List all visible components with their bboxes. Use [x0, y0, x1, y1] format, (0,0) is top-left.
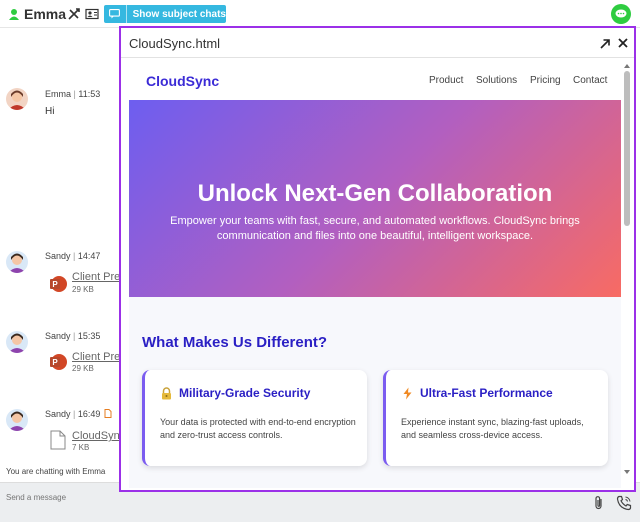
show-subject-chats-button[interactable]: Show subject chats [104, 5, 226, 23]
avatar [6, 88, 28, 110]
avatar [6, 409, 28, 431]
scroll-down-arrow-icon[interactable] [624, 470, 630, 474]
site-brand[interactable]: CloudSync [146, 73, 219, 89]
message-item: Emma | 11:53 Hi [6, 88, 136, 148]
powerpoint-file-icon: P [50, 276, 67, 292]
file-link[interactable]: Client Pres [72, 351, 126, 363]
lock-icon [162, 386, 171, 399]
file-size: 29 KB [72, 364, 94, 373]
preview-content: CloudSync Product Solutions Pricing Cont… [129, 62, 621, 488]
tools-icon[interactable] [67, 7, 81, 21]
preview-scrollbar[interactable] [623, 62, 632, 488]
svg-text:P: P [52, 280, 58, 289]
site-nav: CloudSync Product Solutions Pricing Cont… [129, 62, 621, 100]
hero-subtitle: Empower your teams with fast, secure, an… [170, 215, 580, 242]
feature-text: Experience instant sync, blazing-fast up… [401, 417, 584, 440]
file-size: 29 KB [72, 285, 94, 294]
chat-bubble-icon [104, 5, 127, 23]
scroll-thumb[interactable] [624, 71, 630, 226]
feature-card: Ultra-Fast Performance Experience instan… [383, 370, 608, 466]
close-icon[interactable] [617, 37, 629, 49]
nav-link-solutions[interactable]: Solutions [476, 75, 517, 86]
chat-status-icon[interactable] [611, 4, 631, 24]
file-attachment-icon [104, 409, 112, 418]
nav-link-product[interactable]: Product [429, 75, 463, 86]
hero-title: Unlock Next-Gen Collaboration [197, 180, 553, 207]
feature-card: Military-Grade Security Your data is pro… [142, 370, 367, 466]
call-icon[interactable] [616, 495, 632, 511]
nav-link-pricing[interactable]: Pricing [530, 75, 561, 86]
file-link[interactable]: Client Pres [72, 271, 126, 283]
avatar [6, 251, 28, 273]
svg-text:P: P [52, 358, 58, 367]
lightning-icon [403, 387, 412, 399]
preview-titlebar: CloudSync.html [121, 28, 634, 58]
user-online-icon [9, 9, 19, 20]
chat-user-name: Emma [24, 6, 67, 22]
file-preview-window: CloudSync.html CloudSync Product Solutio… [119, 26, 636, 492]
message-sender: Sandy | 15:35 [45, 331, 101, 341]
hero-section: Unlock Next-Gen Collaboration Empower yo… [129, 100, 621, 297]
chat-header: Emma Show subject chats [0, 0, 640, 28]
powerpoint-file-icon: P [50, 354, 67, 370]
message-text: Hi [45, 106, 55, 117]
message-item: Sandy | 14:47 P Client Pres 29 KB [6, 251, 136, 311]
file-link[interactable]: CloudSync [72, 430, 125, 442]
feature-text: Your data is protected with end-to-end e… [160, 417, 356, 440]
scroll-up-arrow-icon[interactable] [624, 64, 630, 68]
file-size: 7 KB [72, 443, 90, 452]
preview-title: CloudSync.html [129, 36, 221, 51]
contact-card-icon[interactable] [85, 7, 99, 21]
section-title: What Makes Us Different? [142, 334, 328, 351]
document-file-icon [50, 430, 66, 450]
message-item: Sandy | 16:49 CloudSync 7 KB [6, 409, 136, 469]
feature-title: Ultra-Fast Performance [420, 386, 553, 400]
feature-title: Military-Grade Security [179, 386, 311, 400]
message-sender: Sandy | 16:49 [45, 409, 101, 419]
open-external-icon[interactable] [599, 38, 611, 50]
avatar [6, 331, 28, 353]
message-sender: Emma | 11:53 [45, 89, 101, 99]
attach-file-icon[interactable] [593, 495, 605, 511]
chatting-with-status: You are chatting with Emma [6, 467, 106, 476]
message-item: Sandy | 15:35 P Client Pres 29 KB [6, 331, 136, 391]
show-subject-chats-label: Show subject chats [132, 8, 226, 20]
message-sender: Sandy | 14:47 [45, 251, 101, 261]
nav-link-contact[interactable]: Contact [573, 75, 607, 86]
